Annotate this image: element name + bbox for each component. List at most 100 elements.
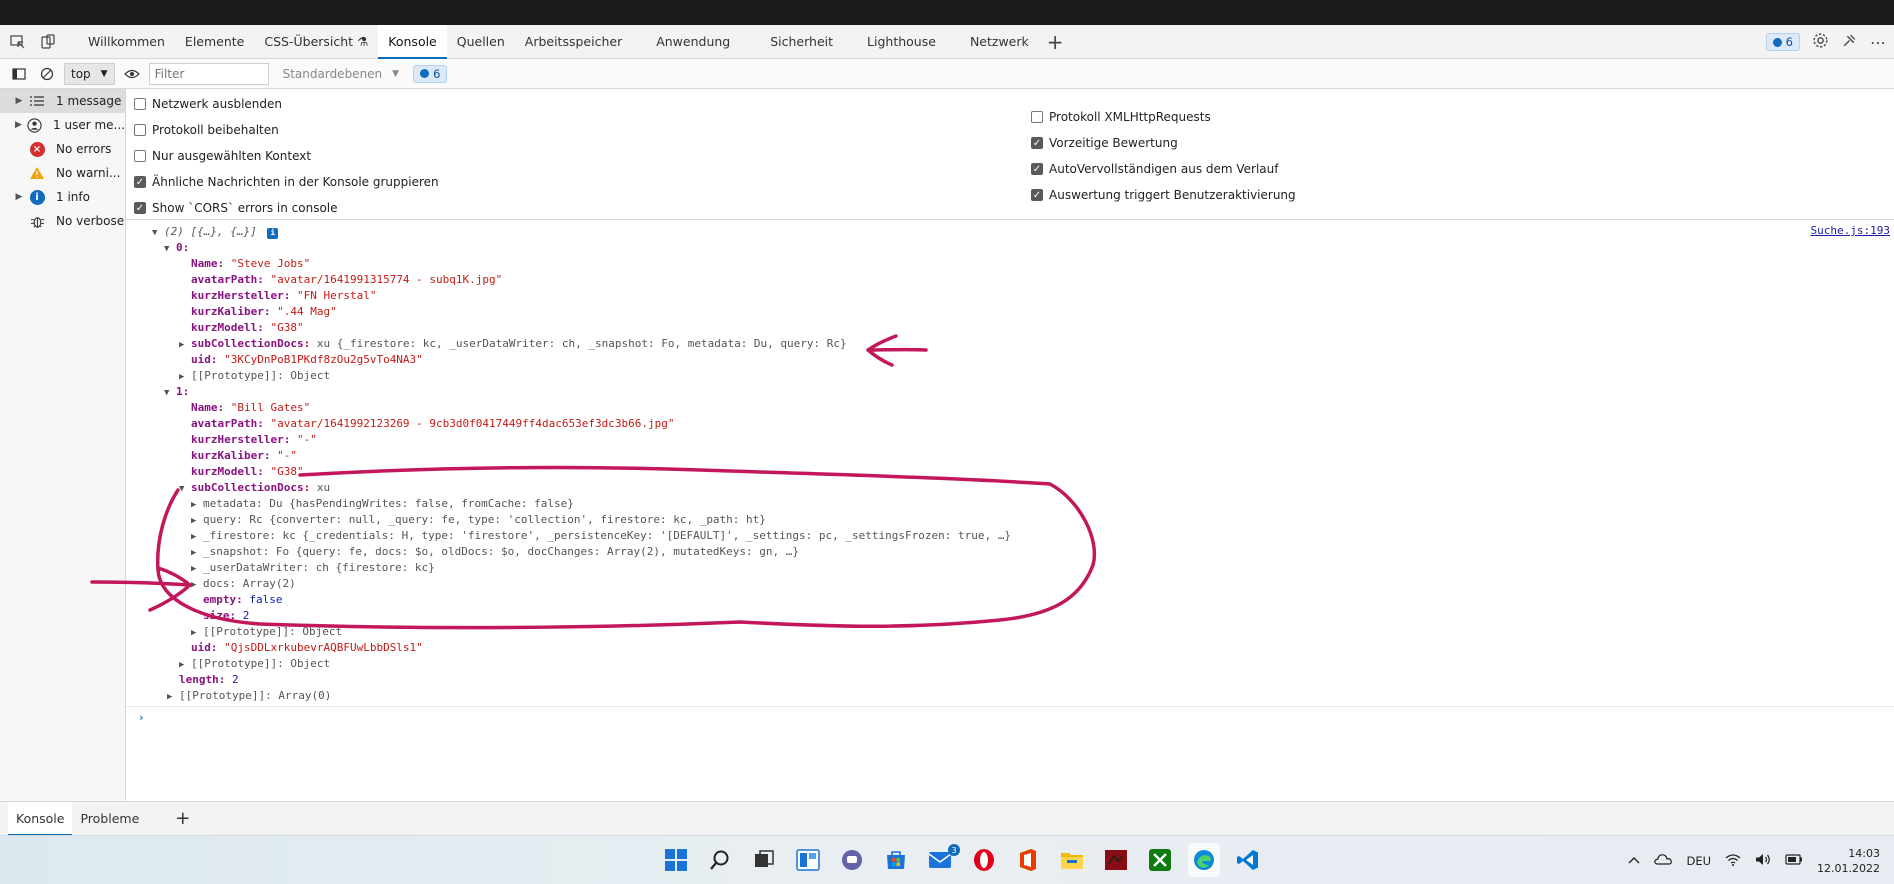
sidebar-item-user-messages[interactable]: ▶ 1 user me... xyxy=(0,113,125,137)
source-link[interactable]: Suche.js:193 xyxy=(1811,224,1890,237)
drawer-tab-probleme[interactable]: Probleme xyxy=(72,802,147,836)
tab-netzwerk[interactable]: Netzwerk xyxy=(960,25,1039,59)
tab-konsole[interactable]: Konsole xyxy=(378,24,447,59)
opera-icon[interactable] xyxy=(968,843,1000,877)
more-tabs-plus-icon[interactable]: + xyxy=(1047,25,1064,59)
expand-arrow-icon[interactable]: ▶ xyxy=(12,96,26,106)
expanded-arrow-icon[interactable]: ▼ xyxy=(179,481,191,497)
live-expression-eye-icon[interactable] xyxy=(121,63,143,85)
prototype-row[interactable]: ▶ [[Prototype]]: Object xyxy=(179,368,330,384)
subcollection-firestore-row[interactable]: ▶ _firestore: kc {_credentials: H, type: … xyxy=(191,528,1011,544)
checkbox-checked[interactable]: ✓ xyxy=(1031,163,1043,175)
collapsed-arrow-icon[interactable]: ▶ xyxy=(179,657,191,673)
search-icon[interactable] xyxy=(704,843,736,877)
vscode-icon[interactable] xyxy=(1232,843,1264,877)
tab-anwendung[interactable]: Anwendung xyxy=(646,25,740,59)
expanded-arrow-icon[interactable]: ▼ xyxy=(164,385,176,401)
teams-chat-icon[interactable] xyxy=(836,843,868,877)
tab-lighthouse[interactable]: Lighthouse xyxy=(857,25,946,59)
more-options-icon[interactable]: ⋯ xyxy=(1870,33,1886,52)
subcollection-row-expanded[interactable]: ▼ subCollectionDocs: xu xyxy=(179,480,330,496)
battery-icon[interactable] xyxy=(1785,853,1803,868)
expand-arrow-icon[interactable]: ▶ xyxy=(12,192,26,202)
inspect-element-icon[interactable] xyxy=(6,30,30,54)
setting-nur-ausgewaehlten-kontext[interactable]: Nur ausgewählten Kontext xyxy=(134,149,311,163)
collapsed-arrow-icon[interactable]: ▶ xyxy=(179,369,191,385)
xbox-icon[interactable] xyxy=(1144,843,1176,877)
setting-autovervollstaendigen[interactable]: ✓ AutoVervollständigen aus dem Verlauf xyxy=(1031,162,1279,176)
clock[interactable]: 14:03 12.01.2022 xyxy=(1817,846,1880,876)
sidebar-item-warnings[interactable]: No warni... xyxy=(0,161,125,185)
mail-icon[interactable]: 3 xyxy=(924,843,960,877)
toolbar-issues-badge[interactable]: 6 xyxy=(413,64,448,83)
app-red-icon[interactable] xyxy=(1100,843,1132,877)
checkbox-checked[interactable]: ✓ xyxy=(1031,137,1043,149)
item-1-row[interactable]: ▼ 1: xyxy=(164,384,189,400)
tab-elemente[interactable]: Elemente xyxy=(175,25,254,59)
task-view-icon[interactable] xyxy=(748,843,780,877)
issues-badge[interactable]: 6 xyxy=(1765,33,1800,51)
sidebar-item-errors[interactable]: × No errors xyxy=(0,137,125,161)
widgets-icon[interactable] xyxy=(792,843,824,877)
subcollection-snapshot-row[interactable]: ▶ _snapshot: Fo {query: fe, docs: $o, old… xyxy=(191,544,799,560)
sidebar-item-verbose[interactable]: No verbose xyxy=(0,209,125,233)
expand-arrow-icon[interactable]: ▶ xyxy=(12,120,25,130)
collapsed-arrow-icon[interactable]: ▶ xyxy=(179,337,191,353)
tab-arbeitsspeicher[interactable]: Arbeitsspeicher xyxy=(515,25,632,59)
collapsed-arrow-icon[interactable]: ▶ xyxy=(191,561,203,577)
collapsed-arrow-icon[interactable]: ▶ xyxy=(191,529,203,545)
wifi-icon[interactable] xyxy=(1725,853,1741,869)
drawer-add-tab-icon[interactable]: + xyxy=(167,802,198,836)
tab-willkommen[interactable]: Willkommen xyxy=(78,25,175,59)
language-indicator[interactable]: DEU xyxy=(1686,854,1711,868)
context-select[interactable]: top ▼ xyxy=(64,62,115,85)
volume-icon[interactable] xyxy=(1755,853,1771,869)
setting-auswertung-triggert[interactable]: ✓ Auswertung triggert Benutzeraktivierung xyxy=(1031,188,1296,202)
checkbox[interactable] xyxy=(134,150,146,162)
clear-console-icon[interactable] xyxy=(36,63,58,85)
tab-sicherheit[interactable]: Sicherheit xyxy=(760,25,843,59)
subcollection-row-collapsed[interactable]: ▶ subCollectionDocs: xu {_firestore: kc, … xyxy=(179,336,847,352)
chevron-up-icon[interactable] xyxy=(1628,854,1640,868)
subcollection-writer-row[interactable]: ▶ _userDataWriter: ch {firestore: kc} xyxy=(191,560,435,576)
checkbox[interactable] xyxy=(134,124,146,136)
setting-show-cors-errors[interactable]: ✓ Show `CORS` errors in console xyxy=(134,201,338,215)
checkbox[interactable] xyxy=(134,98,146,110)
tab-quellen[interactable]: Quellen xyxy=(447,25,515,59)
connect-device-icon[interactable] xyxy=(1841,32,1858,52)
setting-protokoll-xmlhttprequests[interactable]: Protokoll XMLHttpRequests xyxy=(1031,110,1211,124)
prototype-row[interactable]: ▶ [[Prototype]]: Object xyxy=(191,624,342,640)
sidebar-item-info[interactable]: ▶ i 1 info xyxy=(0,185,125,209)
console-prompt[interactable]: › xyxy=(138,710,145,726)
setting-netzwerk-ausblenden[interactable]: Netzwerk ausblenden xyxy=(134,97,282,111)
drawer-tab-konsole[interactable]: Konsole xyxy=(8,801,73,836)
tab-css-uebersicht[interactable]: CSS-Übersicht ⚗ xyxy=(254,25,378,59)
store-icon[interactable] xyxy=(880,843,912,877)
edge-icon[interactable] xyxy=(1188,843,1220,877)
checkbox-checked[interactable]: ✓ xyxy=(1031,189,1043,201)
onedrive-icon[interactable] xyxy=(1654,853,1673,868)
subcollection-docs-row[interactable]: ▶ docs: Array(2) xyxy=(191,576,296,592)
subcollection-query-row[interactable]: ▶ query: Rc {converter: null, _query: fe,… xyxy=(191,512,766,528)
office-icon[interactable] xyxy=(1012,843,1044,877)
collapsed-arrow-icon[interactable]: ▶ xyxy=(191,545,203,561)
file-explorer-icon[interactable] xyxy=(1056,843,1088,877)
sidebar-toggle-icon[interactable] xyxy=(8,63,30,85)
collapsed-arrow-icon[interactable]: ▶ xyxy=(167,689,179,705)
collapsed-arrow-icon[interactable]: ▶ xyxy=(191,513,203,529)
collapsed-arrow-icon[interactable]: ▶ xyxy=(191,577,203,593)
setting-protokoll-beibehalten[interactable]: Protokoll beibehalten xyxy=(134,123,279,137)
checkbox[interactable] xyxy=(1031,111,1043,123)
checkbox-checked[interactable]: ✓ xyxy=(134,202,146,214)
filter-input[interactable] xyxy=(148,62,269,85)
setting-vorzeitige-bewertung[interactable]: ✓ Vorzeitige Bewertung xyxy=(1031,136,1178,150)
sidebar-item-messages[interactable]: ▶ 1 message xyxy=(0,89,125,113)
collapsed-arrow-icon[interactable]: ▶ xyxy=(191,497,203,513)
collapsed-arrow-icon[interactable]: ▶ xyxy=(191,625,203,641)
checkbox-checked[interactable]: ✓ xyxy=(134,176,146,188)
expanded-arrow-icon[interactable]: ▼ xyxy=(164,241,176,257)
setting-aehnliche-nachrichten[interactable]: ✓ Ähnliche Nachrichten in der Konsole gru… xyxy=(134,175,439,189)
start-button[interactable] xyxy=(660,843,692,877)
subcollection-metadata-row[interactable]: ▶ metadata: Du {hasPendingWrites: false, … xyxy=(191,496,574,512)
array-prototype-row[interactable]: ▶ [[Prototype]]: Array(0) xyxy=(167,688,331,704)
